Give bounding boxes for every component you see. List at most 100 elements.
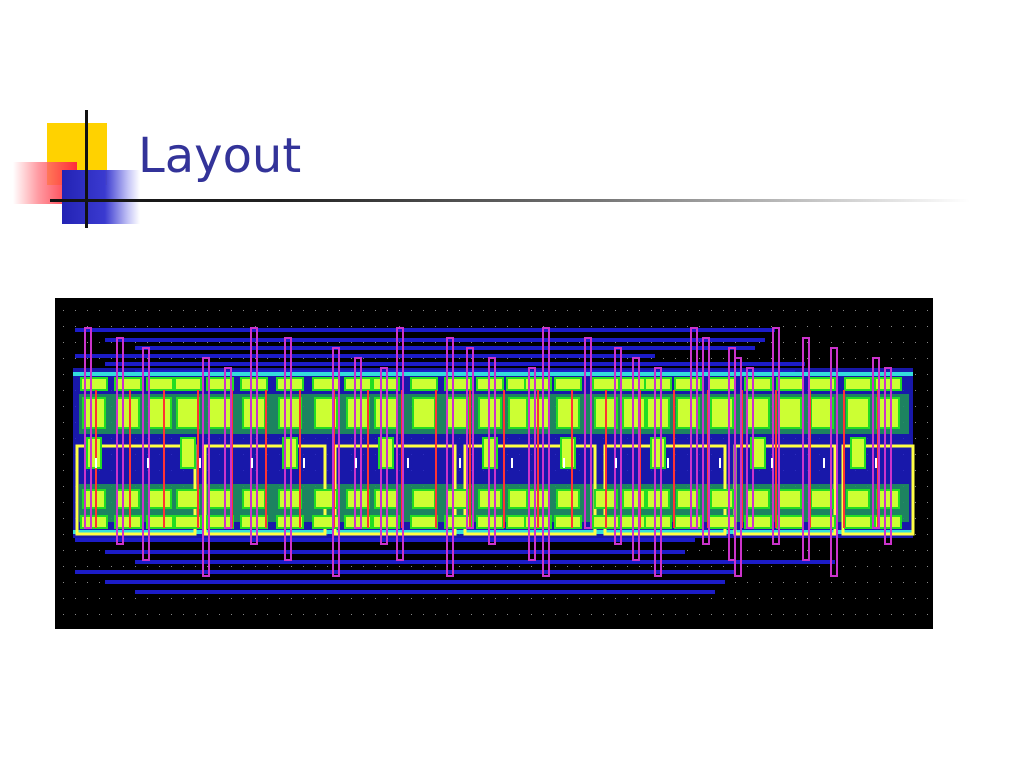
grid-dot	[135, 598, 136, 599]
n-active	[176, 489, 200, 509]
grid-dot	[63, 486, 64, 487]
grid-dot	[603, 342, 604, 343]
grid-dot	[87, 342, 88, 343]
grid-dot	[819, 358, 820, 359]
grid-dot	[75, 582, 76, 583]
grid-dot	[783, 310, 784, 311]
grid-dot	[867, 582, 868, 583]
grid-dot	[603, 310, 604, 311]
grid-dot	[807, 550, 808, 551]
grid-dot	[207, 614, 208, 615]
grid-dot	[375, 566, 376, 567]
grid-dot	[363, 358, 364, 359]
top-contact	[410, 377, 438, 391]
n-active	[412, 489, 436, 509]
grid-dot	[267, 342, 268, 343]
grid-dot	[555, 358, 556, 359]
grid-dot	[927, 374, 928, 375]
grid-dot	[807, 566, 808, 567]
bottom-contact	[206, 515, 234, 529]
grid-dot	[447, 310, 448, 311]
grid-dot	[507, 358, 508, 359]
grid-dot	[771, 326, 772, 327]
grid-dot	[711, 550, 712, 551]
grid-dot	[159, 326, 160, 327]
grid-dot	[75, 550, 76, 551]
grid-dot	[267, 358, 268, 359]
label-mark	[147, 458, 149, 468]
grid-dot	[663, 566, 664, 567]
grid-dot	[795, 310, 796, 311]
label-mark	[823, 458, 825, 468]
grid-dot	[171, 310, 172, 311]
grid-dot	[375, 342, 376, 343]
grid-dot	[75, 614, 76, 615]
grid-dot	[399, 310, 400, 311]
n-active	[242, 489, 266, 509]
grid-dot	[627, 310, 628, 311]
grid-dot	[123, 614, 124, 615]
grid-dot	[915, 486, 916, 487]
grid-dot	[495, 342, 496, 343]
grid-dot	[831, 614, 832, 615]
grid-dot	[675, 358, 676, 359]
grid-dot	[927, 582, 928, 583]
grid-dot	[879, 598, 880, 599]
bottom-contact	[554, 515, 582, 529]
p-active	[208, 397, 232, 429]
grid-dot	[99, 614, 100, 615]
p-active	[746, 397, 770, 429]
bottom-contact	[708, 515, 736, 529]
grid-dot	[171, 614, 172, 615]
metal1-wire	[105, 580, 725, 584]
grid-dot	[255, 326, 256, 327]
grid-dot	[231, 310, 232, 311]
metal1-wire	[135, 590, 715, 594]
grid-dot	[927, 614, 928, 615]
vlsi-layout-drawing	[63, 310, 928, 615]
grid-dot	[375, 598, 376, 599]
grid-dot	[303, 598, 304, 599]
grid-dot	[351, 326, 352, 327]
grid-dot	[735, 310, 736, 311]
grid-dot	[627, 566, 628, 567]
ornament-blue-square	[62, 170, 140, 224]
grid-dot	[591, 310, 592, 311]
grid-dot	[771, 310, 772, 311]
grid-dot	[63, 518, 64, 519]
grid-dot	[435, 566, 436, 567]
grid-dot	[783, 342, 784, 343]
grid-dot	[795, 598, 796, 599]
grid-dot	[519, 342, 520, 343]
grid-dot	[411, 326, 412, 327]
poly-gate	[503, 390, 505, 528]
grid-dot	[903, 582, 904, 583]
grid-dot	[159, 342, 160, 343]
grid-dot	[855, 614, 856, 615]
grid-dot	[303, 614, 304, 615]
grid-dot	[147, 342, 148, 343]
grid-dot	[507, 310, 508, 311]
grid-dot	[135, 566, 136, 567]
grid-dot	[183, 598, 184, 599]
grid-dot	[147, 566, 148, 567]
top-contact	[240, 377, 268, 391]
gate-active	[850, 437, 866, 469]
grid-dot	[447, 614, 448, 615]
grid-dot	[423, 326, 424, 327]
ornament-vertical-line	[85, 110, 88, 228]
grid-dot	[591, 614, 592, 615]
grid-dot	[303, 342, 304, 343]
grid-dot	[915, 534, 916, 535]
grid-dot	[63, 310, 64, 311]
p-active	[446, 397, 470, 429]
gate-active	[180, 437, 196, 469]
grid-dot	[771, 358, 772, 359]
grid-dot	[195, 358, 196, 359]
grid-dot	[591, 598, 592, 599]
grid-dot	[915, 518, 916, 519]
grid-dot	[339, 342, 340, 343]
grid-dot	[123, 326, 124, 327]
grid-dot	[927, 550, 928, 551]
grid-dot	[255, 614, 256, 615]
